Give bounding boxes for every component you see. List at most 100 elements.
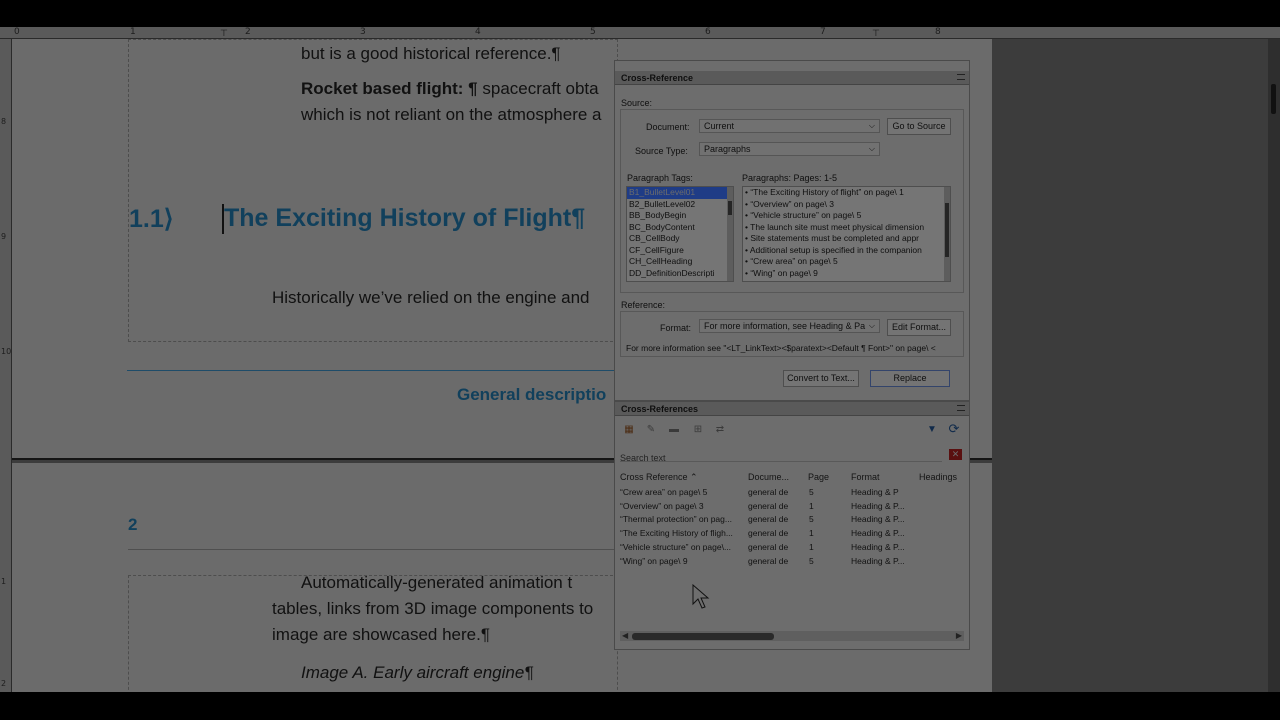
list-item[interactable]: • “Wing” on page\ 9 [743, 268, 950, 280]
ruler-tick: 4 [475, 27, 481, 37]
insert-xref-icon[interactable]: ▦ [623, 424, 635, 436]
document-dropdown[interactable]: Current ⌵ [699, 119, 880, 133]
convert-to-text-button[interactable]: Convert to Text... [783, 370, 859, 387]
cell-doc: general de [748, 556, 789, 566]
go-to-source-button[interactable]: Go to Source [887, 118, 951, 135]
source-type-value: Paragraphs [704, 144, 751, 154]
panel-menu-icon[interactable] [957, 74, 965, 80]
cell-format: Heading & P... [851, 501, 905, 511]
list-item[interactable]: B1_BulletLevel01 [627, 187, 733, 199]
page-number: 2 [128, 515, 138, 534]
dialog-title[interactable]: Cross-Reference [615, 71, 969, 85]
body-text: Automatically-generated animation t [301, 573, 573, 592]
format-dropdown[interactable]: For more information, see Heading & Pa ⌵ [699, 319, 880, 333]
reference-label: Reference: [621, 300, 666, 310]
convert-icon[interactable]: ⇄ [714, 424, 726, 436]
cell-format: Heading & P... [851, 542, 905, 552]
letterbox-bottom [0, 692, 1280, 720]
list-item[interactable]: • Additional setup is specified in the c… [743, 245, 950, 257]
cell-page: 5 [809, 556, 814, 566]
list-item[interactable]: B2_BulletLevel02 [627, 199, 733, 211]
cell-ref: “Overview” on page\ 3 [620, 501, 704, 511]
ruler-tick: 8 [1, 117, 7, 126]
ruler-tick: 6 [705, 27, 711, 37]
format-value: For more information, see Heading & Pa [704, 321, 866, 331]
ruler-tick: 2 [1, 679, 7, 688]
list-item[interactable]: • Site statements must be completed and … [743, 233, 950, 245]
search-input[interactable]: Search text [620, 448, 942, 463]
scroll-thumb[interactable] [632, 633, 774, 640]
column-header-cross-reference[interactable]: Cross Reference ⌃ [620, 472, 698, 483]
panel-title[interactable]: Cross-References [615, 402, 969, 416]
scrollbar[interactable] [727, 187, 733, 281]
list-item[interactable]: CB_CellBody [627, 233, 733, 245]
indent-marker-icon[interactable]: ⊤ [220, 28, 228, 39]
cell-ref: “The Exciting History of fligh... [620, 528, 733, 538]
list-item[interactable]: BC_BodyContent [627, 222, 733, 234]
ruler-tick: 3 [360, 27, 366, 37]
update-icon[interactable]: ⊞ [692, 424, 704, 436]
scrollbar[interactable] [944, 187, 950, 281]
body-text: tables, links from 3D image components t… [272, 599, 594, 618]
scroll-thumb[interactable] [945, 203, 949, 257]
paragraph-tags-list[interactable]: B1_BulletLevel01 B2_BulletLevel02 BB_Bod… [626, 186, 734, 282]
list-item[interactable]: BB_BodyBegin [627, 210, 733, 222]
panel-menu-icon[interactable] [957, 405, 965, 411]
letterbox-top [0, 0, 1280, 27]
document-label: Document: [646, 122, 690, 132]
scroll-thumb[interactable] [728, 201, 732, 215]
column-header-document[interactable]: Docume... [748, 472, 789, 482]
cell-format: Heading & P... [851, 528, 905, 538]
cell-doc: general de [748, 487, 789, 497]
bold-lead: Rocket based flight: ¶ [301, 79, 478, 98]
refresh-icon[interactable]: ⟳ [948, 422, 960, 435]
filter-icon[interactable]: ▼ [926, 424, 938, 436]
list-item[interactable]: DD_DefinitionDescripti [627, 268, 733, 280]
edit-pencil-icon[interactable]: ✎ [645, 424, 657, 436]
format-preview: For more information see "<LT_LinkText><… [626, 343, 936, 353]
list-item[interactable]: CH_CellHeading [627, 256, 733, 268]
cell-format: Heading & P... [851, 556, 905, 566]
cell-ref: “Wing” on page\ 9 [620, 556, 688, 566]
list-item[interactable]: • “Overview” on page\ 3 [743, 199, 950, 211]
list-item[interactable]: • “Vehicle structure” on page\ 5 [743, 210, 950, 222]
cell-page: 1 [809, 542, 814, 552]
body-text: spacecraft obta [477, 79, 599, 98]
paragraphs-list[interactable]: • “The Exciting History of flight” on pa… [742, 186, 951, 282]
body-text: image are showcased here.¶ [272, 625, 490, 644]
list-item[interactable]: • The launch site must meet physical dim… [743, 222, 950, 234]
chevron-down-icon: ⌵ [868, 144, 875, 153]
paragraph-tags-label: Paragraph Tags: [627, 173, 693, 183]
panel-title-text: Cross-References [621, 404, 699, 414]
column-header-format[interactable]: Format [851, 472, 880, 482]
scroll-right-icon[interactable]: ▶ [956, 631, 962, 640]
column-header-headings[interactable]: Headings [919, 472, 957, 482]
ruler-tick: 5 [590, 27, 596, 37]
heading-number: 1.1⟩ [129, 205, 174, 233]
list-item[interactable]: CF_CellFigure [627, 245, 733, 257]
body-text: but is a good historical reference.¶ [301, 44, 561, 63]
paragraphs-label: Paragraphs: Pages: 1-5 [742, 173, 838, 183]
edit-format-button[interactable]: Edit Format... [887, 319, 951, 336]
source-label: Source: [621, 98, 653, 108]
body-text: which is not reliant on the atmosphere a [301, 105, 602, 124]
vertical-ruler[interactable]: 8 9 10 1 2 [0, 39, 12, 692]
cross-references-panel: Cross-References ▦ ✎ ▬ ⊞ ⇄ ▼ ⟳ Search te… [614, 401, 970, 650]
ruler-tick: 1 [130, 27, 136, 37]
column-header-page[interactable]: Page [808, 472, 829, 482]
source-type-dropdown[interactable]: Paragraphs ⌵ [699, 142, 880, 156]
tab-stop-icon[interactable]: ⊤ [872, 28, 880, 39]
caption: Image A. Early aircraft engine¶ [301, 663, 534, 682]
vertical-scrollbar[interactable] [1268, 39, 1280, 692]
cell-format: Heading & P [851, 487, 899, 497]
cell-page: 5 [809, 514, 814, 524]
clear-search-icon[interactable]: ✕ [949, 449, 962, 460]
horizontal-scrollbar[interactable]: ◀ ▶ [620, 631, 964, 641]
scroll-left-icon[interactable]: ◀ [622, 631, 628, 640]
list-item[interactable]: • “Crew area” on page\ 5 [743, 256, 950, 268]
horizontal-ruler[interactable]: 0 1 2 3 4 5 6 7 8 ⊤ ⊤ [0, 27, 1280, 39]
delete-trash-icon[interactable]: ▬ [668, 424, 680, 436]
scroll-thumb[interactable] [1271, 84, 1276, 114]
list-item[interactable]: • “The Exciting History of flight” on pa… [743, 187, 950, 199]
replace-button[interactable]: Replace [870, 370, 950, 387]
